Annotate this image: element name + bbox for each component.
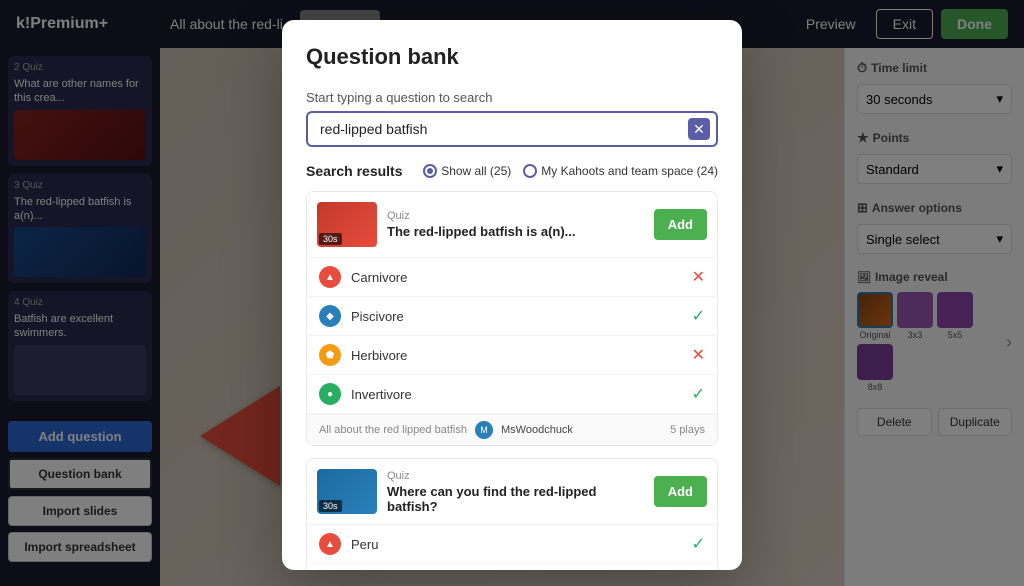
answer-wrong-1-1: ✕ xyxy=(692,267,705,287)
answer-item-1-3: ⬟ Herbivore ✕ xyxy=(307,336,717,375)
result-thumb-2: 30s xyxy=(317,469,377,514)
answer-item-2-2: ◆ Brazil ✕ xyxy=(307,564,717,570)
answer-item-1-4: ● Invertivore ✓ xyxy=(307,375,717,414)
radio-show-all-label: Show all (25) xyxy=(441,164,511,178)
radio-dot-unselected xyxy=(523,164,537,178)
result-info-2: Quiz Where can you find the red-lipped b… xyxy=(387,470,644,514)
modal-title: Question bank xyxy=(306,44,718,70)
answer-correct-1-4: ✓ xyxy=(692,384,705,404)
answer-icon-1-2: ◆ xyxy=(319,305,341,327)
result-type-1: Quiz xyxy=(387,210,644,222)
answer-text-1-3: Herbivore xyxy=(351,348,682,363)
answer-correct-1-2: ✓ xyxy=(692,306,705,326)
modal-search-container: ✕ xyxy=(306,111,718,147)
answer-icon-1-1: ▲ xyxy=(319,266,341,288)
modal-search-label: Start typing a question to search xyxy=(306,90,718,105)
user-avatar-1: M xyxy=(475,421,493,439)
radio-dot-selected xyxy=(423,164,437,178)
search-results-header: Search results Show all (25) My Kahoots … xyxy=(306,163,718,179)
result-thumb-badge-1: 30s xyxy=(319,233,342,245)
modal-clear-button[interactable]: ✕ xyxy=(688,118,710,140)
answer-text-2-1: Peru xyxy=(351,537,682,552)
answer-correct-2-1: ✓ xyxy=(692,534,705,554)
result-author-1: MsWoodchuck xyxy=(501,424,573,436)
modal-overlay: Question bank Start typing a question to… xyxy=(0,0,1024,586)
result-type-2: Quiz xyxy=(387,470,644,482)
answer-item-1-2: ◆ Piscivore ✓ xyxy=(307,297,717,336)
search-results-title: Search results xyxy=(306,163,403,179)
result-question-1: The red-lipped batfish is a(n)... xyxy=(387,224,644,239)
result-card-2-header: 30s Quiz Where can you find the red-lipp… xyxy=(307,459,717,524)
radio-show-all[interactable]: Show all (25) xyxy=(423,164,511,178)
result-question-2: Where can you find the red-lipped batfis… xyxy=(387,484,644,514)
result-card-1-header: 30s Quiz The red-lipped batfish is a(n).… xyxy=(307,192,717,257)
result-card-2: 30s Quiz Where can you find the red-lipp… xyxy=(306,458,718,570)
result-card-1: 30s Quiz The red-lipped batfish is a(n).… xyxy=(306,191,718,446)
result-info-1: Quiz The red-lipped batfish is a(n)... xyxy=(387,210,644,239)
radio-my-kahoots[interactable]: My Kahoots and team space (24) xyxy=(523,164,718,178)
result-source-1: All about the red lipped batfish xyxy=(319,424,467,436)
answer-text-1-1: Carnivore xyxy=(351,270,682,285)
add-button-1[interactable]: Add xyxy=(654,209,707,240)
result-plays-1: 5 plays xyxy=(670,424,705,436)
result-thumb-badge-2: 30s xyxy=(319,500,342,512)
add-button-2[interactable]: Add xyxy=(654,476,707,507)
result-thumb-1: 30s xyxy=(317,202,377,247)
answer-icon-2-1: ▲ xyxy=(319,533,341,555)
answer-item-1-1: ▲ Carnivore ✕ xyxy=(307,258,717,297)
answer-item-2-1: ▲ Peru ✓ xyxy=(307,525,717,564)
modal-search-input[interactable] xyxy=(306,111,718,147)
answer-text-1-4: Invertivore xyxy=(351,387,682,402)
question-bank-modal: Question bank Start typing a question to… xyxy=(282,20,742,570)
answers-list-2: ▲ Peru ✓ ◆ Brazil ✕ ⬟ Galapagos ✓ ● All … xyxy=(307,524,717,570)
answer-icon-1-4: ● xyxy=(319,383,341,405)
answer-icon-1-3: ⬟ xyxy=(319,344,341,366)
answer-text-1-2: Piscivore xyxy=(351,309,682,324)
radio-my-kahoots-label: My Kahoots and team space (24) xyxy=(541,164,718,178)
answer-wrong-1-3: ✕ xyxy=(692,345,705,365)
answers-list-1: ▲ Carnivore ✕ ◆ Piscivore ✓ ⬟ Herbivore … xyxy=(307,257,717,414)
result-footer-1: All about the red lipped batfish M MsWoo… xyxy=(307,414,717,445)
radio-group: Show all (25) My Kahoots and team space … xyxy=(423,164,718,178)
